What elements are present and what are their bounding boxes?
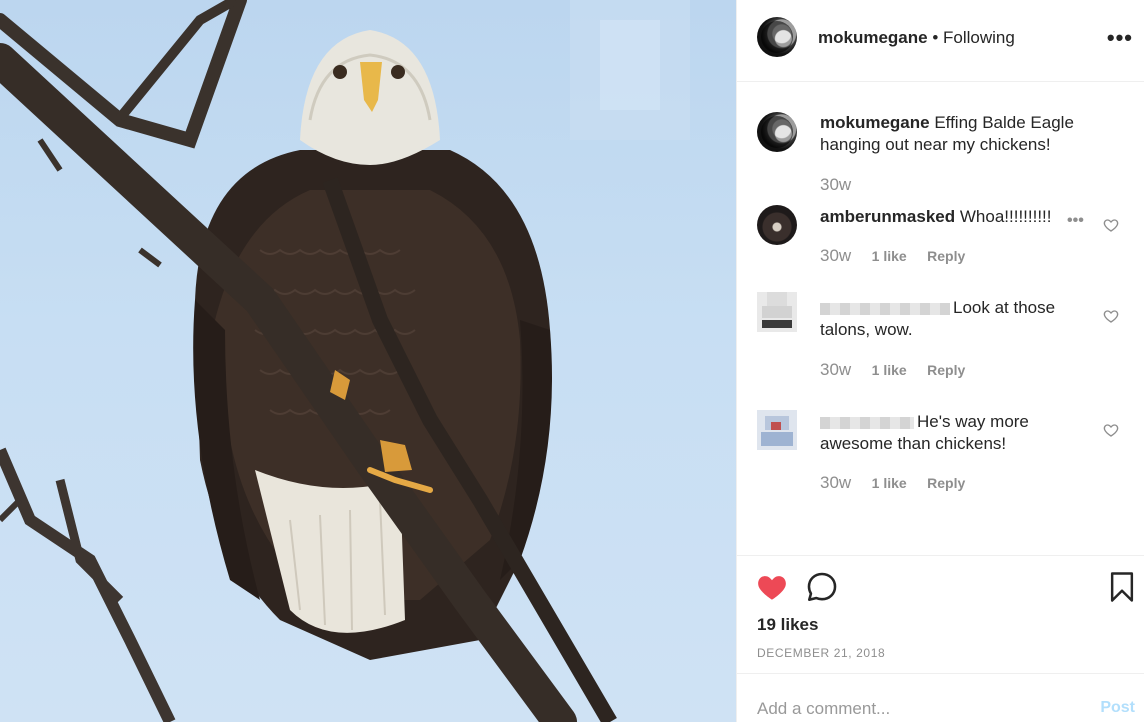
comment-time[interactable]: 30w (820, 473, 851, 492)
comment-meta: 30w 1 like Reply (820, 360, 965, 380)
likes-count[interactable]: 19 likes (757, 615, 818, 635)
comment-likes[interactable]: 1 like (872, 248, 907, 264)
reply-button[interactable]: Reply (927, 362, 965, 378)
comment-likes[interactable]: 1 like (872, 475, 907, 491)
comment-username[interactable]: amberunmasked (820, 207, 955, 226)
post-side-panel: mokumegane • Following ••• mokumegane Ef… (736, 0, 1144, 722)
comment-likes[interactable]: 1 like (872, 362, 907, 378)
comment-avatar[interactable] (757, 205, 797, 245)
comment-avatar[interactable] (757, 292, 797, 332)
reply-button[interactable]: Reply (927, 248, 965, 264)
comment-like-icon[interactable] (1103, 217, 1119, 233)
comment-bubble-icon[interactable] (805, 570, 839, 604)
author-username[interactable]: mokumegane (818, 28, 928, 47)
reply-button[interactable]: Reply (927, 475, 965, 491)
comment-composer: Add a comment... Post (737, 673, 1144, 722)
comment-like-icon[interactable] (1103, 308, 1119, 324)
comment-avatar[interactable] (757, 410, 797, 450)
post-date[interactable]: DECEMBER 21, 2018 (757, 646, 885, 660)
caption-meta: 30w (820, 175, 851, 195)
comment-1: amberunmasked Whoa!!!!!!!!!! (820, 206, 1090, 228)
author-avatar[interactable] (757, 17, 797, 57)
comment-time[interactable]: 30w (820, 246, 851, 265)
author-line: mokumegane • Following (818, 28, 1015, 48)
blurred-username[interactable] (820, 416, 914, 429)
follow-status[interactable]: • Following (932, 28, 1015, 47)
post-actions: 19 likes DECEMBER 21, 2018 (737, 555, 1144, 673)
blurred-username[interactable] (820, 302, 950, 315)
comment-meta: 30w 1 like Reply (820, 246, 965, 266)
comment-meta: 30w 1 like Reply (820, 473, 965, 493)
caption: mokumegane Effing Balde Eagle hanging ou… (820, 112, 1110, 156)
more-options-icon[interactable]: ••• (1107, 25, 1133, 51)
caption-avatar[interactable] (757, 112, 797, 152)
caption-time[interactable]: 30w (820, 175, 851, 194)
comment-like-icon[interactable] (1103, 422, 1119, 438)
post-photo[interactable] (0, 0, 736, 722)
comment-text: Whoa!!!!!!!!!! (959, 207, 1052, 226)
comment-time[interactable]: 30w (820, 360, 851, 379)
heart-icon[interactable] (755, 571, 789, 603)
eagle-photo (0, 0, 690, 722)
comment-more-icon[interactable]: ••• (1067, 212, 1084, 230)
comment-input[interactable]: Add a comment... (757, 699, 890, 719)
bookmark-icon[interactable] (1109, 571, 1135, 603)
post-header: mokumegane • Following ••• (737, 0, 1144, 82)
comment-3: He's way more awesome than chickens! (820, 411, 1090, 455)
caption-username[interactable]: mokumegane (820, 113, 930, 132)
post-comment-button[interactable]: Post (1100, 699, 1135, 717)
comment-2: Look at those talons, wow. (820, 297, 1090, 341)
